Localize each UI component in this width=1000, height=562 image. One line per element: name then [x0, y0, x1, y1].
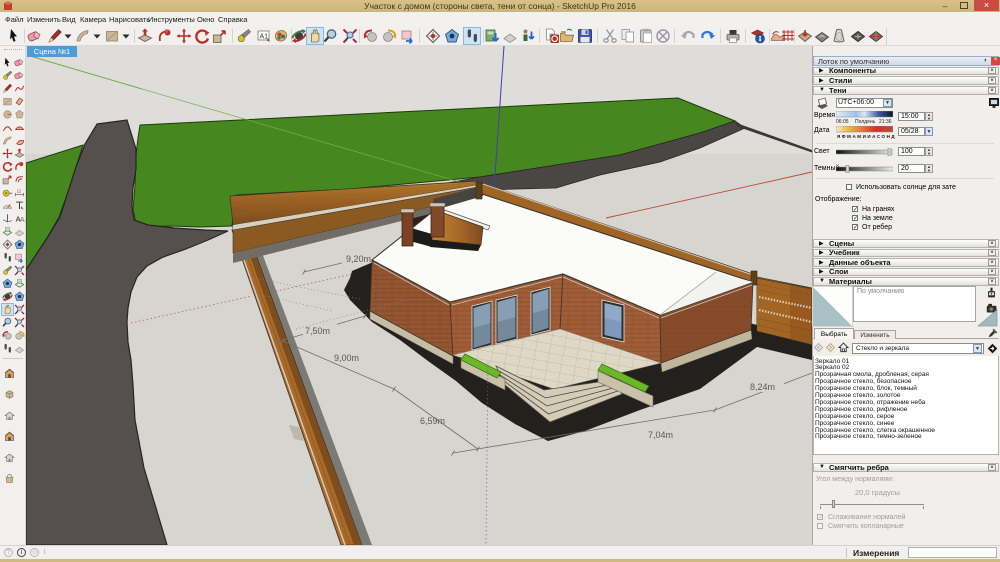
svg-text:A: A: [20, 215, 26, 224]
svg-text:A1: A1: [260, 34, 269, 41]
svg-text:9,00m: 9,00m: [334, 353, 359, 363]
svg-text:12: 12: [17, 189, 22, 194]
svg-text:7,50m: 7,50m: [305, 326, 330, 336]
svg-text:6,59m: 6,59m: [420, 416, 445, 426]
svg-text:7,04m: 7,04m: [648, 430, 673, 440]
svg-text:9,20m: 9,20m: [346, 254, 371, 264]
svg-text:8,24m: 8,24m: [750, 382, 775, 392]
